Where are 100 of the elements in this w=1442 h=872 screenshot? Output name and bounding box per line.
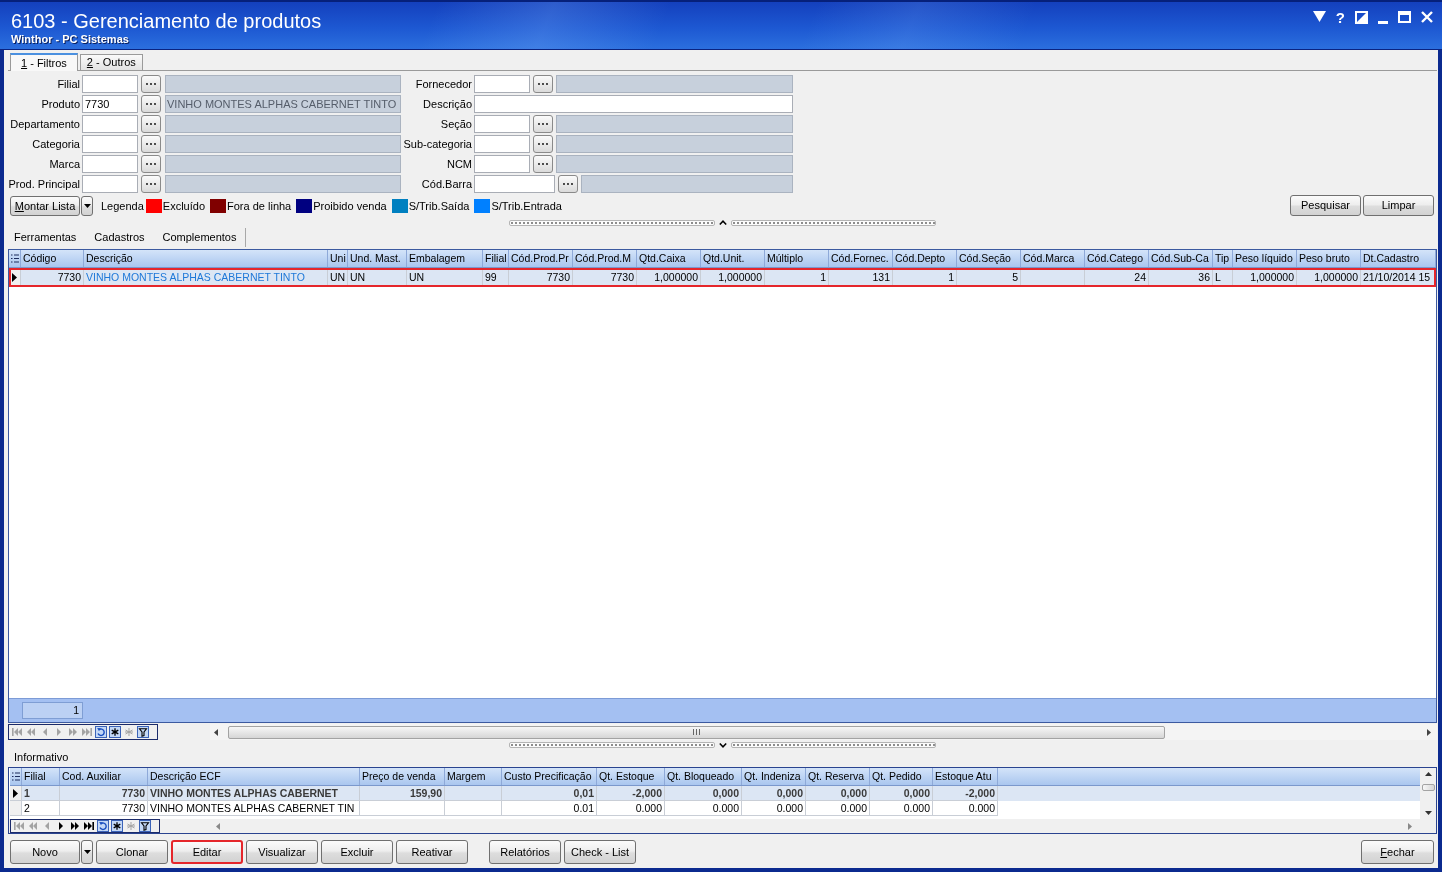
table-row[interactable]: 1 7730 VINHO MONTES ALPHAS CABERNET 159,90 0,01 -2,000 0,000 0,000 0,000 0,000 -2,000 — [10, 786, 1420, 801]
menu-item[interactable]: Complementos — [153, 228, 246, 247]
lookup-button[interactable] — [141, 95, 161, 113]
column-header[interactable]: Cod. Auxiliar — [60, 768, 148, 785]
scroll-thumb[interactable] — [1421, 784, 1435, 791]
action-button[interactable]: Novo — [10, 840, 80, 864]
column-header[interactable]: Qt. Pedido — [870, 768, 933, 785]
column-header[interactable]: Qt. Bloqueado — [665, 768, 742, 785]
column-header[interactable]: Cód.Prod.M — [573, 250, 637, 267]
column-header[interactable]: Código — [21, 250, 84, 267]
action-button[interactable]: Relatórios — [489, 840, 561, 864]
lookup-button[interactable] — [141, 175, 161, 193]
action-button[interactable]: Clonar — [96, 840, 168, 864]
column-header[interactable]: Cód.Marca — [1021, 250, 1085, 267]
splitter-handle[interactable] — [509, 741, 936, 749]
input-field[interactable] — [82, 155, 138, 173]
refresh-icon[interactable] — [97, 820, 109, 832]
close-icon[interactable] — [1421, 11, 1433, 23]
column-header[interactable]: Custo Precificação — [502, 768, 597, 785]
lookup-button[interactable] — [533, 135, 553, 153]
column-header[interactable]: Cód.Seção — [957, 250, 1021, 267]
column-header[interactable]: Descrição — [84, 250, 328, 267]
column-header[interactable]: Estoque Atu — [933, 768, 998, 785]
dropdown-button[interactable] — [81, 195, 93, 216]
lookup-button[interactable] — [141, 115, 161, 133]
maximize-icon[interactable] — [1398, 11, 1411, 23]
search-button[interactable]: Pesquisar — [1290, 195, 1361, 216]
column-header[interactable]: Múltiplo — [765, 250, 829, 267]
scroll-up-arrow-icon[interactable] — [1424, 772, 1432, 776]
input-field[interactable] — [82, 75, 138, 93]
menu-caret-icon[interactable] — [1312, 11, 1326, 22]
scroll-left-arrow-icon[interactable] — [214, 728, 218, 736]
column-header[interactable]: Preço de venda — [360, 768, 445, 785]
menu-item[interactable]: Ferramentas — [5, 228, 86, 247]
lookup-button[interactable] — [141, 155, 161, 173]
input-field[interactable] — [82, 115, 138, 133]
input-field[interactable] — [474, 155, 530, 173]
column-header[interactable]: Qt. Indeniza — [742, 768, 806, 785]
caret-down-icon[interactable] — [718, 742, 727, 748]
lookup-button[interactable] — [533, 115, 553, 133]
dropdown-button[interactable] — [81, 840, 93, 864]
column-header[interactable]: Cód.Prod.Pr — [509, 250, 573, 267]
table-row[interactable]: 7730 VINHO MONTES ALPHAS CABERNET TINTO UN UN UN 99 7730 7730 1,000000 1,000000 1 131 1 5 24 36 L 1,000000 1,000000 21/10/2014 15 — [9, 268, 1436, 287]
refresh-icon[interactable] — [95, 726, 107, 738]
column-header[interactable]: Cód.Depto — [893, 250, 957, 267]
column-header[interactable]: Qt. Estoque — [597, 768, 665, 785]
menu-item[interactable]: Cadastros — [85, 228, 154, 247]
column-header[interactable]: Margem — [445, 768, 502, 785]
column-header[interactable]: Qtd.Unit. — [701, 250, 765, 267]
tab[interactable]: 1 - Filtros — [10, 53, 78, 71]
half-filled-square-icon[interactable] — [1355, 11, 1368, 24]
input-field[interactable] — [474, 75, 530, 93]
column-header[interactable]: Tip — [1213, 250, 1233, 267]
filter-icon[interactable] — [137, 726, 149, 738]
action-button[interactable]: Visualizar — [246, 840, 318, 864]
clear-button[interactable]: Limpar — [1363, 195, 1434, 216]
input-field[interactable]: 7730 — [82, 95, 138, 113]
tab[interactable]: 2 - Outros — [79, 54, 143, 70]
splitter-handle[interactable] — [509, 219, 936, 226]
lookup-button[interactable] — [533, 155, 553, 173]
input-field[interactable] — [474, 95, 793, 113]
input-field[interactable] — [474, 175, 555, 193]
caret-up-icon[interactable] — [718, 220, 727, 225]
column-header[interactable]: Dt.Cadastro — [1361, 250, 1436, 267]
close-button[interactable]: Fechar — [1361, 840, 1434, 864]
help-button[interactable]: ? — [1335, 11, 1345, 25]
lookup-button[interactable] — [141, 75, 161, 93]
list-button[interactable]: Montar Lista — [10, 195, 80, 216]
filter-icon[interactable] — [139, 820, 151, 832]
lookup-button[interactable] — [533, 75, 553, 93]
action-button[interactable]: Reativar — [396, 840, 468, 864]
input-field[interactable] — [82, 175, 138, 193]
asterisk-icon[interactable] — [109, 726, 121, 738]
column-header[interactable]: Cód.Fornec. — [829, 250, 893, 267]
column-header[interactable]: Descrição ECF — [148, 768, 360, 785]
column-header[interactable]: Peso líquido — [1233, 250, 1297, 267]
action-button[interactable]: Check - List — [564, 840, 636, 864]
column-header[interactable]: Und. Mast. — [348, 250, 407, 267]
column-header[interactable]: Peso bruto — [1297, 250, 1361, 267]
column-header[interactable]: Qt. Reserva — [806, 768, 870, 785]
action-button[interactable]: Editar — [171, 840, 243, 864]
input-field[interactable] — [82, 135, 138, 153]
column-header[interactable]: Cód.Catego — [1085, 250, 1149, 267]
skip-to-end-icon[interactable] — [83, 820, 95, 832]
input-field[interactable] — [474, 135, 530, 153]
action-button[interactable]: Excluir — [321, 840, 393, 864]
column-header[interactable]: Filial — [483, 250, 509, 267]
column-chooser-icon[interactable] — [11, 772, 20, 781]
scroll-right-arrow-icon[interactable] — [1427, 728, 1431, 736]
scroll-down-arrow-icon[interactable] — [1424, 811, 1432, 815]
horizontal-scrollbar[interactable] — [210, 724, 1437, 740]
asterisk-icon[interactable] — [111, 820, 123, 832]
scroll-thumb[interactable] — [228, 725, 1165, 739]
column-header[interactable]: Uni — [328, 250, 348, 267]
column-header[interactable]: Cód.Sub-Ca — [1149, 250, 1213, 267]
column-header[interactable]: Filial — [22, 768, 60, 785]
input-field[interactable] — [474, 115, 530, 133]
lookup-button[interactable] — [558, 175, 578, 193]
lookup-button[interactable] — [141, 135, 161, 153]
column-chooser-icon[interactable] — [10, 254, 19, 263]
